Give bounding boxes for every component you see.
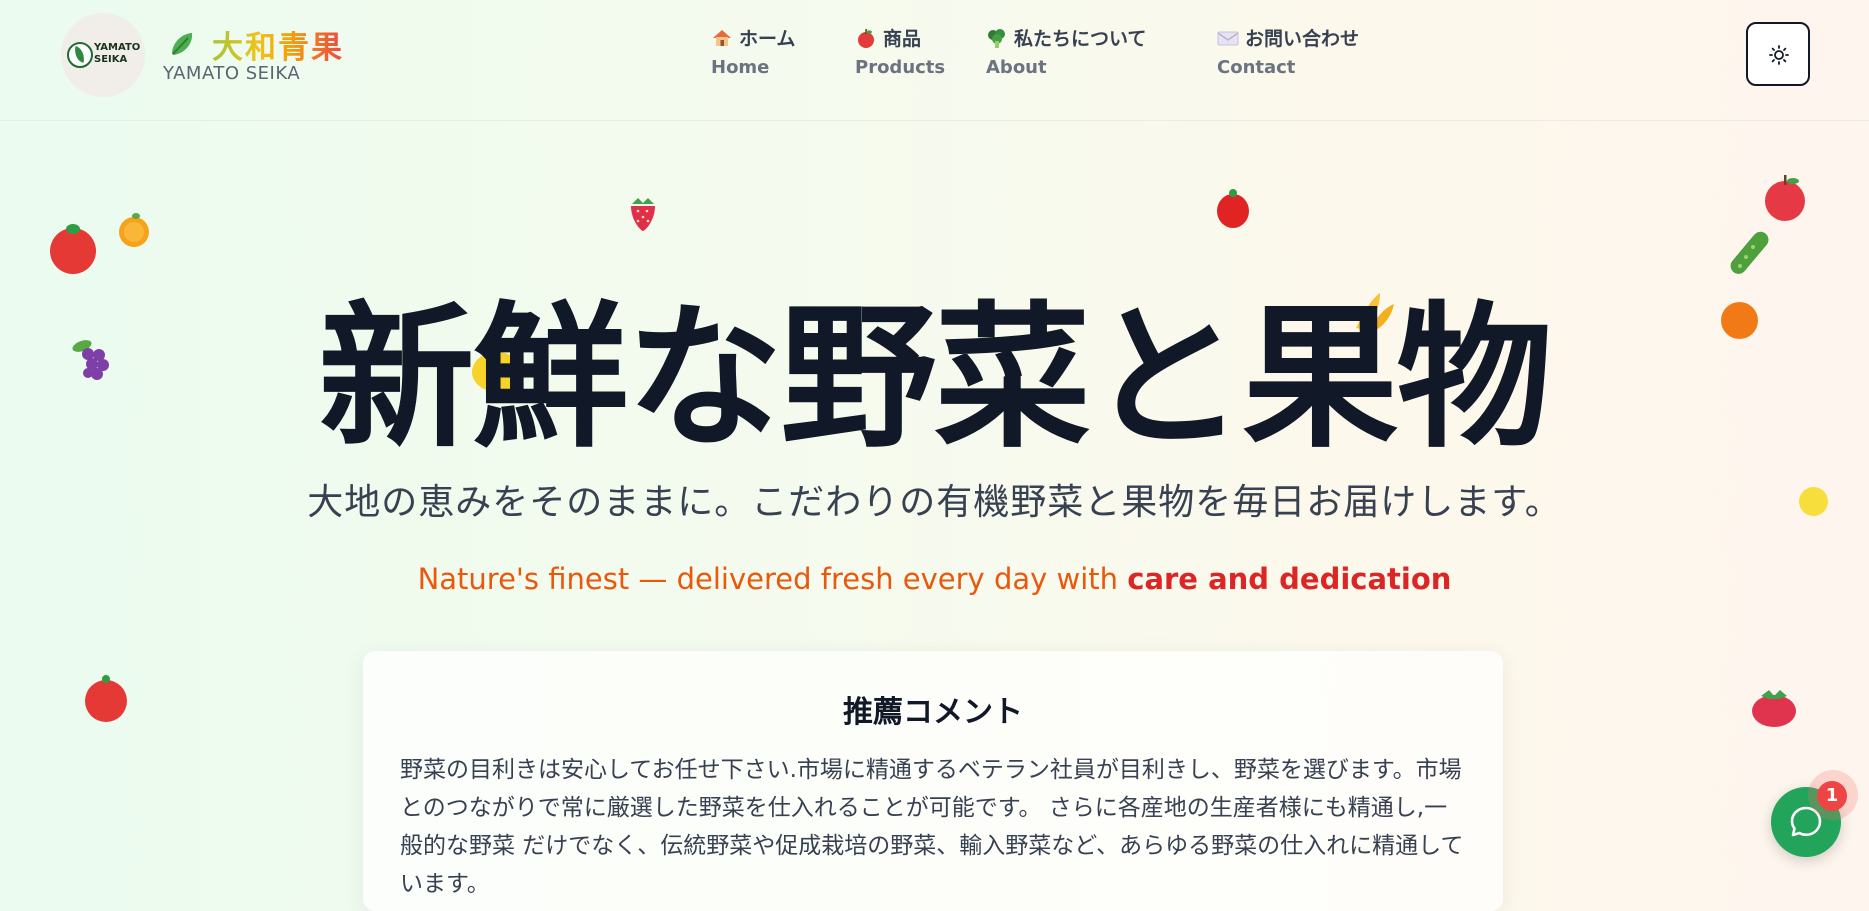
tomato-icon [85, 675, 127, 722]
hero-subtitle: 大地の恵みをそのままに。こだわりの有機野菜と果物を毎日お届けします。 [307, 482, 1562, 523]
logo-mark: YAMATO SEIKA [67, 39, 140, 71]
nav-item-products[interactable]: 商品 Products [855, 24, 945, 78]
hero-title: 新鮮な野菜と果物 [318, 287, 1553, 469]
envelope-icon [1217, 31, 1239, 46]
recommendation-title: 推薦コメント [843, 695, 1023, 730]
nav-products-label-jp: 商品 [883, 28, 922, 50]
brand-title[interactable]: 大和青果 [212, 22, 344, 67]
apple-icon [858, 29, 874, 48]
tomato-icon [50, 224, 96, 274]
logo-text-line1: YAMATO [94, 42, 141, 53]
tagline-text: Nature's finest — delivered fresh every … [417, 562, 1128, 596]
nav-contact-label-jp: お問い合わせ [1245, 28, 1360, 50]
nav-products-label-en: Products [855, 57, 946, 78]
brand-subtitle: YAMATO SEIKA [163, 63, 301, 84]
site-header: YAMATO SEIKA 大和青果 YAMATO SEIKA ホーム Home [0, 0, 1869, 121]
nav-home-label-jp: ホーム [739, 28, 796, 50]
chat-notification-badge: 1 [1817, 781, 1847, 811]
sun-icon [1769, 45, 1789, 65]
leaf-icon [67, 42, 93, 68]
logo[interactable]: YAMATO SEIKA [61, 13, 145, 97]
logo-text-line2: SEIKA [94, 54, 128, 65]
tomato-icon [1217, 189, 1249, 228]
nav-item-home[interactable]: ホーム Home [711, 24, 795, 78]
broccoli-icon [988, 29, 1005, 48]
orange-icon [119, 213, 149, 247]
recommendation-body: 野菜の目利きは安心してお任せ下さい.市場に精通するベテラン社員が目利きし、野菜を… [400, 757, 1464, 897]
nav-about-label-jp: 私たちについて [1014, 28, 1147, 50]
nav-item-about[interactable]: 私たちについて About [986, 24, 1146, 78]
cucumber-icon [1730, 231, 1769, 274]
house-icon [713, 30, 731, 46]
hero-tagline: Nature's finest — delivered fresh every … [0, 562, 1869, 596]
tagline-emphasis: care and dedication [1127, 562, 1452, 596]
nav-home-label-en: Home [711, 57, 770, 78]
strawberry-icon [631, 198, 655, 231]
apple-icon [1765, 175, 1805, 221]
nav-contact-label-en: Contact [1217, 57, 1296, 78]
nav-item-contact[interactable]: お問い合わせ Contact [1217, 24, 1359, 78]
logo-text: YAMATO SEIKA [94, 42, 140, 66]
tomato-icon [1752, 690, 1796, 727]
leafy-vegetable-icon [172, 33, 193, 55]
recommendation-card: 推薦コメント 野菜の目利きは安心してお任せ下さい.市場に精通するベテラン社員が目… [363, 651, 1503, 911]
nav-about-label-en: About [986, 57, 1047, 78]
theme-toggle-button[interactable] [1746, 22, 1810, 86]
